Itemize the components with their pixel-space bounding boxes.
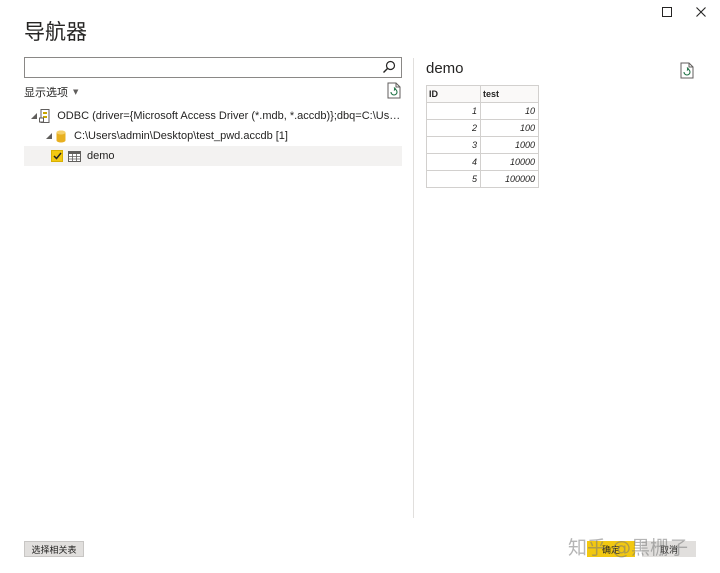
column-header-id[interactable]: ID — [426, 85, 481, 103]
search-box — [24, 57, 402, 78]
column-header-test[interactable]: test — [480, 85, 539, 103]
table-row: 1 10 — [426, 102, 539, 120]
table-cell: 4 — [426, 153, 481, 171]
tree-item-demo[interactable]: demo — [24, 146, 402, 166]
collapse-triangle-icon[interactable] — [30, 111, 39, 121]
table-cell: 10000 — [480, 153, 539, 171]
table-cell: 100000 — [480, 170, 539, 188]
tree-item-label: ODBC (driver={Microsoft Access Driver (*… — [57, 110, 402, 122]
odbc-source-icon — [39, 109, 51, 123]
cancel-button[interactable]: 取消 — [642, 541, 696, 557]
preview-title: demo — [426, 60, 464, 77]
table-row: 3 1000 — [426, 136, 539, 154]
table-row: 5 100000 — [426, 170, 539, 188]
tree-item-label: C:\Users\admin\Desktop\test_pwd.accdb [1… — [74, 130, 288, 142]
window-controls — [656, 4, 712, 20]
close-icon[interactable] — [690, 4, 712, 20]
table-cell: 3 — [426, 136, 481, 154]
database-icon — [54, 129, 68, 143]
dialog-title: 导航器 — [24, 20, 87, 44]
table-row: 4 10000 — [426, 153, 539, 171]
table-cell: 1 — [426, 102, 481, 120]
table-cell: 1000 — [480, 136, 539, 154]
collapse-triangle-icon[interactable] — [44, 131, 54, 141]
table-cell: 100 — [480, 119, 539, 137]
search-input[interactable] — [25, 58, 375, 77]
table-icon — [67, 149, 81, 163]
chevron-down-icon: ▼ — [73, 88, 79, 96]
ok-button[interactable]: 确定 — [587, 541, 635, 557]
panel-divider — [413, 58, 414, 518]
search-icon[interactable] — [382, 60, 397, 75]
maximize-icon[interactable] — [656, 4, 678, 20]
refresh-icon[interactable] — [680, 62, 695, 79]
table-cell: 5 — [426, 170, 481, 188]
table-header-row: ID test — [426, 85, 539, 103]
display-options-label: 显示选项 — [24, 86, 68, 99]
table-cell: 2 — [426, 119, 481, 137]
tree-item-database[interactable]: C:\Users\admin\Desktop\test_pwd.accdb [1… — [24, 126, 402, 146]
table-row: 2 100 — [426, 119, 539, 137]
demo-checkbox[interactable] — [51, 150, 63, 162]
refresh-icon[interactable] — [387, 82, 402, 99]
navigator-tree: ODBC (driver={Microsoft Access Driver (*… — [24, 106, 402, 166]
select-related-tables-button[interactable]: 选择相关表 — [24, 541, 84, 557]
tree-item-odbc[interactable]: ODBC (driver={Microsoft Access Driver (*… — [24, 106, 402, 126]
table-cell: 10 — [480, 102, 539, 120]
tree-item-label: demo — [87, 150, 115, 162]
display-options-dropdown[interactable]: 显示选项 ▼ — [24, 84, 78, 100]
preview-table: ID test 1 10 2 100 3 1000 4 10000 5 1000… — [426, 85, 539, 188]
